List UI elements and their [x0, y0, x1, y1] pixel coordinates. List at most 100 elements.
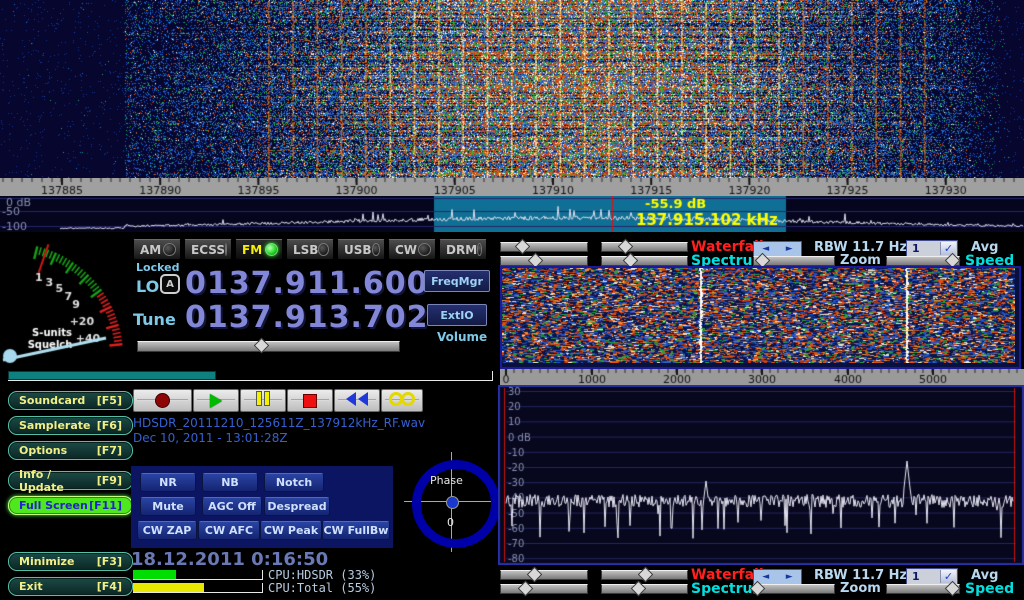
cw-peak-button[interactable]: CW Peak	[260, 521, 322, 540]
af-spectrum-brightness-slider[interactable]	[500, 584, 588, 594]
mode-usb-led-icon	[372, 243, 380, 256]
mode-ecss-label: ECSS	[191, 243, 225, 257]
freqmgr-button[interactable]: FreqMgr	[424, 270, 490, 292]
samplerate-button[interactable]: Samplerate [F6]	[8, 416, 133, 435]
cw-fullbw-button[interactable]: CW FullBw	[322, 521, 390, 540]
nr-button[interactable]: NR	[140, 473, 196, 492]
mode-am-led-icon	[163, 243, 176, 256]
samplerate-label: Samplerate	[19, 419, 90, 432]
agc-off-button[interactable]: AGC Off	[202, 497, 262, 516]
play-icon	[210, 394, 222, 408]
stop-button[interactable]	[287, 389, 333, 412]
rbw-increase-icon[interactable]: ►	[786, 245, 793, 254]
s-meter[interactable]	[0, 240, 130, 372]
lo-frequency-display[interactable]: 0137.911.600	[185, 266, 429, 301]
full-screen-key: [F11]	[89, 499, 122, 512]
options-button[interactable]: Options[F7]	[8, 441, 133, 460]
extio-button[interactable]: ExtIO	[427, 304, 487, 326]
waterfall-contrast-slider[interactable]	[601, 242, 688, 252]
tune-slider[interactable]	[137, 341, 400, 352]
af-rbw-increase-icon[interactable]: ►	[786, 573, 793, 582]
cpu-hdsdr-label: CPU:HDSDR (33%)	[268, 568, 376, 582]
mode-usb-button[interactable]: USB	[337, 239, 385, 260]
mode-lsb-label: LSB	[293, 243, 318, 257]
af-waterfall-brightness-slider[interactable]	[500, 570, 588, 580]
phase-dot-icon	[446, 496, 459, 509]
info-update-button[interactable]: Info / Update[F9]	[8, 471, 133, 490]
mode-fm-label: FM	[242, 243, 262, 257]
hdsdr-window: AM ECSS FM LSB USB CW DRM Locked LO A 01…	[0, 0, 1024, 600]
zoom-slider[interactable]	[753, 256, 835, 266]
cw-zap-button[interactable]: CW ZAP	[137, 521, 197, 540]
soundcard-key: [F5]	[97, 394, 122, 407]
notch-button[interactable]: Notch	[264, 473, 324, 492]
rewind-icon	[345, 391, 369, 410]
record-button[interactable]	[133, 389, 192, 412]
soundcard-button[interactable]: Soundcard [F5]	[8, 391, 133, 410]
loop-button[interactable]	[381, 389, 423, 412]
datetime-display: 18.12.2011 0:16:50	[131, 549, 328, 570]
af-spectrum[interactable]	[498, 385, 1024, 565]
loop-icon	[390, 391, 414, 410]
af-zoom-label: Zoom	[840, 581, 881, 596]
soundcard-label: Soundcard	[19, 394, 85, 407]
dsp-panel: NR NB Notch Mute AGC Off Despread CW ZAP…	[131, 466, 393, 548]
info-update-key: [F9]	[97, 474, 122, 487]
af-speed-slider[interactable]	[886, 584, 960, 594]
stop-icon	[303, 394, 317, 408]
avg-value: 1	[912, 242, 920, 255]
volume-label: Volume	[437, 330, 487, 344]
spectrum-brightness-slider[interactable]	[500, 256, 588, 266]
mode-fm-button[interactable]: FM	[235, 239, 283, 260]
exit-button[interactable]: Exit[F4]	[8, 577, 133, 596]
mode-am-label: AM	[140, 243, 161, 257]
rf-spectrum[interactable]	[0, 196, 1024, 232]
nb-button[interactable]: NB	[202, 473, 258, 492]
samplerate-key: [F6]	[97, 419, 122, 432]
spectrum-contrast-slider[interactable]	[601, 256, 688, 266]
waterfall-brightness-slider[interactable]	[500, 242, 588, 252]
mode-lsb-led-icon	[318, 243, 329, 256]
tune-frequency-display[interactable]: 0137.913.702	[185, 300, 429, 335]
mute-button[interactable]: Mute	[140, 497, 196, 516]
af-avg-value: 1	[912, 570, 920, 583]
af-zoom-slider[interactable]	[753, 584, 835, 594]
play-button[interactable]	[193, 389, 239, 412]
rf-frequency-scale[interactable]	[0, 178, 1024, 196]
pause-icon	[255, 391, 271, 410]
mode-cw-led-icon	[418, 243, 431, 256]
minimize-button[interactable]: Minimize[F3]	[8, 552, 133, 571]
mode-cw-button[interactable]: CW	[388, 239, 436, 260]
minimize-key: [F3]	[97, 555, 122, 568]
mode-am-button[interactable]: AM	[133, 239, 181, 260]
mode-button-row: AM ECSS FM LSB USB CW DRM	[133, 239, 493, 261]
af-waterfall[interactable]	[502, 268, 1015, 363]
rf-waterfall[interactable]	[0, 0, 1024, 178]
agc-a-button[interactable]: A	[160, 274, 180, 294]
mode-drm-label: DRM	[446, 243, 477, 257]
mode-drm-button[interactable]: DRM	[439, 239, 487, 260]
phase-indicator: Phase 0	[404, 450, 500, 554]
recording-filedate: Dec 10, 2011 - 13:01:28Z	[133, 431, 288, 445]
phase-label: Phase	[430, 474, 463, 487]
mode-ecss-button[interactable]: ECSS	[184, 239, 232, 260]
pause-button[interactable]	[240, 389, 286, 412]
speed-slider[interactable]	[886, 256, 960, 266]
full-screen-button[interactable]: Full Screen[F11]	[8, 496, 133, 515]
af-waterfall-contrast-slider[interactable]	[601, 570, 688, 580]
despread-button[interactable]: Despread	[264, 497, 330, 516]
af-spectrum-contrast-slider[interactable]	[601, 584, 688, 594]
af-frequency-scale[interactable]	[500, 369, 1024, 385]
playback-progress-bar[interactable]	[8, 371, 493, 381]
rewind-button[interactable]	[334, 389, 380, 412]
af-waterfall-frame	[500, 266, 1021, 369]
exit-label: Exit	[19, 580, 43, 593]
lo-label: LO	[136, 277, 159, 296]
mode-fm-led-icon	[265, 243, 278, 256]
record-icon	[155, 393, 170, 408]
recording-filename: HDSDR_20111210_125611Z_137912kHz_RF.wav	[133, 416, 425, 430]
mode-drm-led-icon	[477, 243, 482, 256]
mode-cw-label: CW	[395, 243, 417, 257]
mode-lsb-button[interactable]: LSB	[286, 239, 334, 260]
cw-afc-button[interactable]: CW AFC	[198, 521, 260, 540]
